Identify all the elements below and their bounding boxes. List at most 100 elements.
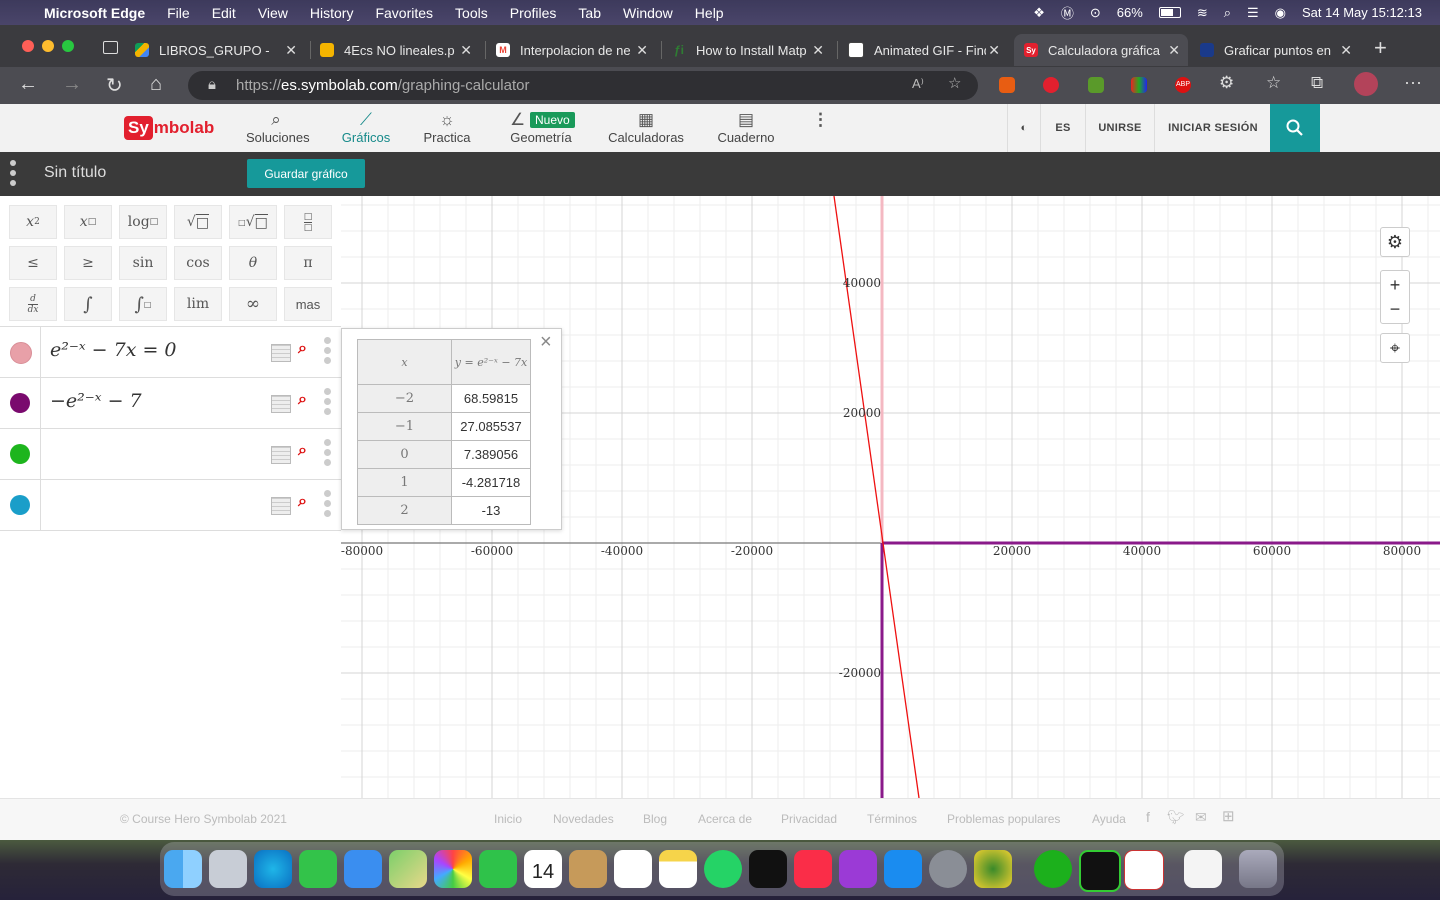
menu-edit[interactable]: Edit xyxy=(212,5,236,21)
menu-window[interactable]: Window xyxy=(623,5,673,21)
tab-interpolacion[interactable]: M Interpolacion de ne ✕ xyxy=(496,34,656,66)
expression-input[interactable]: −e²⁻ˣ − 7 xyxy=(50,390,142,412)
profile-avatar[interactable] xyxy=(1354,72,1378,96)
collections-icon[interactable]: ⧉ xyxy=(1311,73,1323,93)
close-tab-icon[interactable]: ✕ xyxy=(636,42,648,59)
close-icon[interactable]: × xyxy=(540,331,552,354)
table-x-cell[interactable]: −2 xyxy=(357,384,452,413)
contacts-icon[interactable] xyxy=(569,850,607,888)
expression-row[interactable]: ⌕ xyxy=(0,429,341,480)
nav-graficos[interactable]: ⟋ Gráficos xyxy=(340,110,392,145)
tab-gif[interactable]: Animated GIF - Find ✕ xyxy=(848,34,1008,66)
key-integral[interactable]: ∫ xyxy=(64,287,112,321)
options-icon[interactable] xyxy=(324,337,331,367)
tab-calculadora[interactable]: Sy Calculadora gráfica ✕ xyxy=(1014,34,1188,66)
finder-icon[interactable] xyxy=(164,850,202,888)
close-tab-icon[interactable]: ✕ xyxy=(812,42,824,59)
photos-icon[interactable] xyxy=(434,850,472,888)
battery-icon[interactable] xyxy=(1158,7,1181,18)
menu-tab[interactable]: Tab xyxy=(578,5,601,21)
table-x-cell[interactable]: 2 xyxy=(357,496,452,525)
wifi-icon[interactable]: ≋ xyxy=(1197,5,1208,21)
music-icon[interactable] xyxy=(794,850,832,888)
color-swatch[interactable] xyxy=(10,342,32,364)
notes-icon[interactable] xyxy=(659,850,697,888)
mail-app-icon[interactable] xyxy=(344,850,382,888)
zoom-out-icon[interactable]: − xyxy=(1390,297,1401,321)
podcasts-icon[interactable] xyxy=(839,850,877,888)
options-icon[interactable] xyxy=(324,490,331,520)
close-tab-icon[interactable]: ✕ xyxy=(988,42,1000,59)
maps-icon[interactable] xyxy=(389,850,427,888)
clock[interactable]: Sat 14 May 15:12:13 xyxy=(1302,5,1422,20)
graph-title[interactable]: Sin título xyxy=(44,164,106,182)
home-icon[interactable]: ⌂ xyxy=(150,73,162,96)
table-icon[interactable] xyxy=(271,344,291,362)
key-nthroot[interactable]: □ √ □ xyxy=(229,205,277,239)
key-fraction[interactable]: □ □ xyxy=(284,205,332,239)
menu-help[interactable]: Help xyxy=(695,5,724,21)
add-favorite-icon[interactable]: ☆ xyxy=(948,74,961,92)
back-icon[interactable]: ← xyxy=(18,73,38,96)
key-greater-equal[interactable]: ≥ xyxy=(64,246,112,280)
pycharm-icon[interactable] xyxy=(1079,850,1121,892)
nav-soluciones[interactable]: ⌕ Soluciones xyxy=(246,110,310,145)
color-swatch[interactable] xyxy=(10,393,30,413)
expression-row[interactable]: −e²⁻ˣ − 7 ⌕ xyxy=(0,378,341,429)
menu-tools[interactable]: Tools xyxy=(455,5,488,21)
save-graph-button[interactable]: Guardar gráfico xyxy=(247,159,365,188)
nav-calculadoras[interactable]: ▦ Calculadoras xyxy=(608,110,684,145)
symbolab-logo[interactable]: Sy mbolab xyxy=(124,116,214,140)
options-icon[interactable] xyxy=(324,388,331,418)
recenter-icon[interactable]: ⌖ xyxy=(1380,333,1410,363)
key-pi[interactable]: π xyxy=(284,246,332,280)
menu-history[interactable]: History xyxy=(310,5,354,21)
table-x-cell[interactable]: 1 xyxy=(357,468,452,497)
nav-practica[interactable]: ☼ Practica xyxy=(422,110,472,145)
menu-profiles[interactable]: Profiles xyxy=(510,5,557,21)
tab-4ecs[interactable]: 4Ecs NO lineales.p ✕ xyxy=(320,34,480,66)
plus-icon[interactable]: ⊞ xyxy=(1222,807,1235,825)
new-tab-icon[interactable]: + xyxy=(1374,35,1387,61)
control-center-icon[interactable]: ☰ xyxy=(1247,5,1259,21)
join-button[interactable]: UNIRSE xyxy=(1085,104,1154,152)
search-icon[interactable]: ⌕ xyxy=(298,493,307,511)
expression-row[interactable]: ⌕ xyxy=(0,480,341,531)
messages-icon[interactable] xyxy=(299,850,337,888)
extension-color-icon[interactable] xyxy=(1131,77,1147,93)
key-cos[interactable]: cos xyxy=(174,246,222,280)
menu-favorites[interactable]: Favorites xyxy=(375,5,433,21)
key-infinity[interactable]: ∞ xyxy=(229,287,277,321)
table-icon[interactable] xyxy=(271,497,291,515)
geogebra-icon[interactable] xyxy=(974,850,1012,888)
mail-status-icon[interactable]: Ⓜ xyxy=(1061,3,1074,22)
siri-icon[interactable]: ◉ xyxy=(1275,5,1286,21)
read-aloud-icon[interactable]: A⁾ xyxy=(912,76,924,92)
whatsapp-icon[interactable] xyxy=(704,850,742,888)
utorrent-icon[interactable] xyxy=(1034,850,1072,888)
more-menu-icon[interactable]: ··· xyxy=(1404,72,1422,93)
options-icon[interactable] xyxy=(324,439,331,469)
footer-link-privacidad[interactable]: Privacidad xyxy=(781,812,837,826)
minimize-window-icon[interactable] xyxy=(42,40,54,52)
menu-app-name[interactable]: Microsoft Edge xyxy=(44,5,145,21)
edge-icon[interactable] xyxy=(254,850,292,888)
python-file-icon[interactable] xyxy=(1184,850,1222,888)
twitter-icon[interactable]: 🐦︎ xyxy=(1167,809,1185,826)
close-tab-icon[interactable]: ✕ xyxy=(1168,42,1180,59)
battery-percent[interactable]: 66% xyxy=(1117,5,1143,20)
calendar-icon[interactable]: 14 xyxy=(524,850,562,888)
search-icon[interactable]: ⌕ xyxy=(298,340,307,358)
footer-link-acerca[interactable]: Acerca de xyxy=(698,812,752,826)
extension-red-icon[interactable] xyxy=(1043,77,1059,93)
footer-link-terminos[interactable]: Términos xyxy=(867,812,917,826)
key-derivative[interactable]: d dx xyxy=(9,287,57,321)
site-search-button[interactable] xyxy=(1270,104,1320,152)
table-x-cell[interactable]: 0 xyxy=(357,440,452,469)
close-window-icon[interactable] xyxy=(22,40,34,52)
key-power[interactable]: x □ xyxy=(64,205,112,239)
extension-fox-icon[interactable] xyxy=(999,77,1015,93)
settings-gear-icon[interactable]: ⚙ xyxy=(1380,227,1410,257)
key-theta[interactable]: θ xyxy=(229,246,277,280)
forward-icon[interactable]: → xyxy=(62,73,82,96)
